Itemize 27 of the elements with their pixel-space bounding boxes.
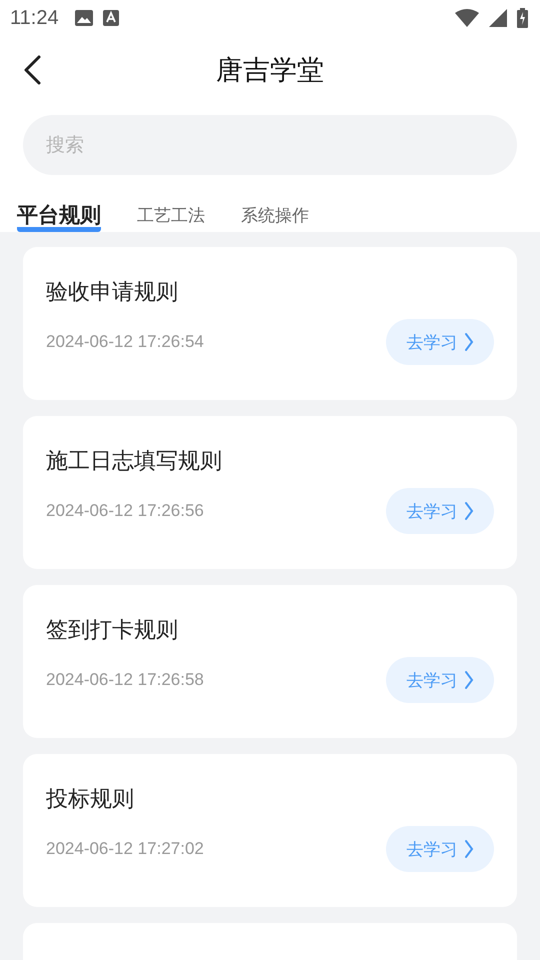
signal-icon (489, 9, 507, 27)
study-button[interactable]: 去学习 (386, 826, 494, 872)
status-time: 11:24 (10, 6, 59, 30)
item-title: 施工日志填写规则 (46, 448, 223, 476)
search-field[interactable]: 搜索 (23, 115, 517, 175)
item-date: 2024-06-12 17:27:02 (46, 839, 204, 859)
study-button[interactable]: 去学习 (386, 657, 494, 703)
tab[interactable]: 系统操作 (241, 190, 309, 232)
item-title: 验收申请规则 (46, 279, 179, 307)
item-date: 2024-06-12 17:26:54 (46, 332, 204, 352)
image-icon (74, 10, 93, 26)
chevron-icon (464, 332, 474, 352)
wifi-icon (455, 9, 479, 27)
item-title: 签到打卡规则 (46, 617, 179, 645)
chevron-icon (464, 501, 474, 521)
item-date: 2024-06-12 17:26:56 (46, 501, 204, 521)
study-button[interactable]: 去学习 (386, 488, 494, 534)
chevron-icon (464, 839, 474, 859)
tab[interactable]: 工艺工法 (137, 190, 205, 232)
battery-icon (517, 8, 528, 28)
study-button[interactable]: 去学习 (386, 319, 494, 365)
item-date: 2024-06-12 17:26:58 (46, 670, 204, 690)
back-icon[interactable] (22, 55, 42, 85)
page-title: 唐吉学堂 (216, 54, 324, 88)
item-title: 投标规则 (46, 786, 135, 814)
font-icon (102, 10, 119, 26)
chevron-icon (464, 670, 474, 690)
